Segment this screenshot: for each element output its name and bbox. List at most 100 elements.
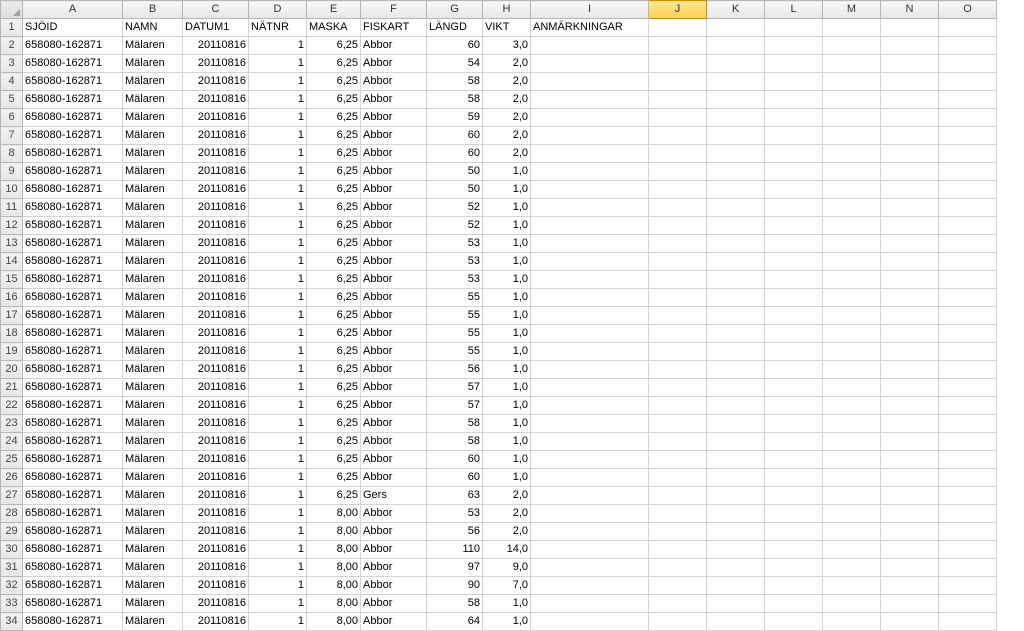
- cell-G14[interactable]: 53: [427, 253, 483, 271]
- cell-C32[interactable]: 20110816: [183, 577, 249, 595]
- cell-B20[interactable]: Mälaren: [123, 361, 183, 379]
- cell-A30[interactable]: 658080-162871: [23, 541, 123, 559]
- cell-B17[interactable]: Mälaren: [123, 307, 183, 325]
- cell-N9[interactable]: [881, 163, 939, 181]
- cell-G9[interactable]: 50: [427, 163, 483, 181]
- cell-L14[interactable]: [765, 253, 823, 271]
- cell-G10[interactable]: 50: [427, 181, 483, 199]
- cell-H16[interactable]: 1,0: [483, 289, 531, 307]
- cell-G1[interactable]: LÄNGD: [427, 19, 483, 37]
- cell-O6[interactable]: [939, 109, 997, 127]
- cell-J3[interactable]: [649, 55, 707, 73]
- cell-E7[interactable]: 6,25: [307, 127, 361, 145]
- cell-L12[interactable]: [765, 217, 823, 235]
- cell-D30[interactable]: 1: [249, 541, 307, 559]
- cell-D23[interactable]: 1: [249, 415, 307, 433]
- cell-O24[interactable]: [939, 433, 997, 451]
- cell-F22[interactable]: Abbor: [361, 397, 427, 415]
- cell-H17[interactable]: 1,0: [483, 307, 531, 325]
- cell-C12[interactable]: 20110816: [183, 217, 249, 235]
- column-header-L[interactable]: L: [765, 1, 823, 19]
- cell-M6[interactable]: [823, 109, 881, 127]
- cell-O7[interactable]: [939, 127, 997, 145]
- cell-L13[interactable]: [765, 235, 823, 253]
- cell-E25[interactable]: 6,25: [307, 451, 361, 469]
- column-header-C[interactable]: C: [183, 1, 249, 19]
- cell-N1[interactable]: [881, 19, 939, 37]
- cell-F34[interactable]: Abbor: [361, 613, 427, 631]
- cell-J1[interactable]: [649, 19, 707, 37]
- cell-E27[interactable]: 6,25: [307, 487, 361, 505]
- cell-H12[interactable]: 1,0: [483, 217, 531, 235]
- cell-O32[interactable]: [939, 577, 997, 595]
- cell-B26[interactable]: Mälaren: [123, 469, 183, 487]
- cell-F11[interactable]: Abbor: [361, 199, 427, 217]
- cell-N11[interactable]: [881, 199, 939, 217]
- cell-A21[interactable]: 658080-162871: [23, 379, 123, 397]
- cell-C18[interactable]: 20110816: [183, 325, 249, 343]
- cell-M25[interactable]: [823, 451, 881, 469]
- cell-K28[interactable]: [707, 505, 765, 523]
- cell-E19[interactable]: 6,25: [307, 343, 361, 361]
- cell-G25[interactable]: 60: [427, 451, 483, 469]
- cell-M27[interactable]: [823, 487, 881, 505]
- cell-H1[interactable]: VIKT: [483, 19, 531, 37]
- cell-E10[interactable]: 6,25: [307, 181, 361, 199]
- cell-B31[interactable]: Mälaren: [123, 559, 183, 577]
- cell-E32[interactable]: 8,00: [307, 577, 361, 595]
- cell-E29[interactable]: 8,00: [307, 523, 361, 541]
- cell-I7[interactable]: [531, 127, 649, 145]
- cell-A22[interactable]: 658080-162871: [23, 397, 123, 415]
- cell-H2[interactable]: 3,0: [483, 37, 531, 55]
- cell-B1[interactable]: NAMN: [123, 19, 183, 37]
- cell-F12[interactable]: Abbor: [361, 217, 427, 235]
- cell-B8[interactable]: Mälaren: [123, 145, 183, 163]
- cell-L3[interactable]: [765, 55, 823, 73]
- cell-J10[interactable]: [649, 181, 707, 199]
- cell-O23[interactable]: [939, 415, 997, 433]
- cell-H27[interactable]: 2,0: [483, 487, 531, 505]
- cell-A8[interactable]: 658080-162871: [23, 145, 123, 163]
- cell-I2[interactable]: [531, 37, 649, 55]
- cell-H25[interactable]: 1,0: [483, 451, 531, 469]
- cell-O18[interactable]: [939, 325, 997, 343]
- cell-M8[interactable]: [823, 145, 881, 163]
- cell-J14[interactable]: [649, 253, 707, 271]
- cell-B29[interactable]: Mälaren: [123, 523, 183, 541]
- cell-M11[interactable]: [823, 199, 881, 217]
- cell-D18[interactable]: 1: [249, 325, 307, 343]
- cell-A31[interactable]: 658080-162871: [23, 559, 123, 577]
- cell-I4[interactable]: [531, 73, 649, 91]
- cell-B11[interactable]: Mälaren: [123, 199, 183, 217]
- cell-B4[interactable]: Mälaren: [123, 73, 183, 91]
- cell-J29[interactable]: [649, 523, 707, 541]
- cell-K7[interactable]: [707, 127, 765, 145]
- cell-N28[interactable]: [881, 505, 939, 523]
- cell-B6[interactable]: Mälaren: [123, 109, 183, 127]
- cell-H33[interactable]: 1,0: [483, 595, 531, 613]
- cell-I19[interactable]: [531, 343, 649, 361]
- cell-H15[interactable]: 1,0: [483, 271, 531, 289]
- cell-L1[interactable]: [765, 19, 823, 37]
- cell-A19[interactable]: 658080-162871: [23, 343, 123, 361]
- cell-I8[interactable]: [531, 145, 649, 163]
- cell-C26[interactable]: 20110816: [183, 469, 249, 487]
- cell-D1[interactable]: NÄTNR: [249, 19, 307, 37]
- cell-C24[interactable]: 20110816: [183, 433, 249, 451]
- cell-N14[interactable]: [881, 253, 939, 271]
- cell-D6[interactable]: 1: [249, 109, 307, 127]
- cell-G27[interactable]: 63: [427, 487, 483, 505]
- cell-C4[interactable]: 20110816: [183, 73, 249, 91]
- cell-E2[interactable]: 6,25: [307, 37, 361, 55]
- row-header[interactable]: 8: [1, 145, 23, 163]
- cell-H20[interactable]: 1,0: [483, 361, 531, 379]
- cell-C7[interactable]: 20110816: [183, 127, 249, 145]
- cell-D12[interactable]: 1: [249, 217, 307, 235]
- row-header[interactable]: 33: [1, 595, 23, 613]
- cell-O13[interactable]: [939, 235, 997, 253]
- cell-C21[interactable]: 20110816: [183, 379, 249, 397]
- cell-M19[interactable]: [823, 343, 881, 361]
- cell-B9[interactable]: Mälaren: [123, 163, 183, 181]
- cell-B12[interactable]: Mälaren: [123, 217, 183, 235]
- cell-L23[interactable]: [765, 415, 823, 433]
